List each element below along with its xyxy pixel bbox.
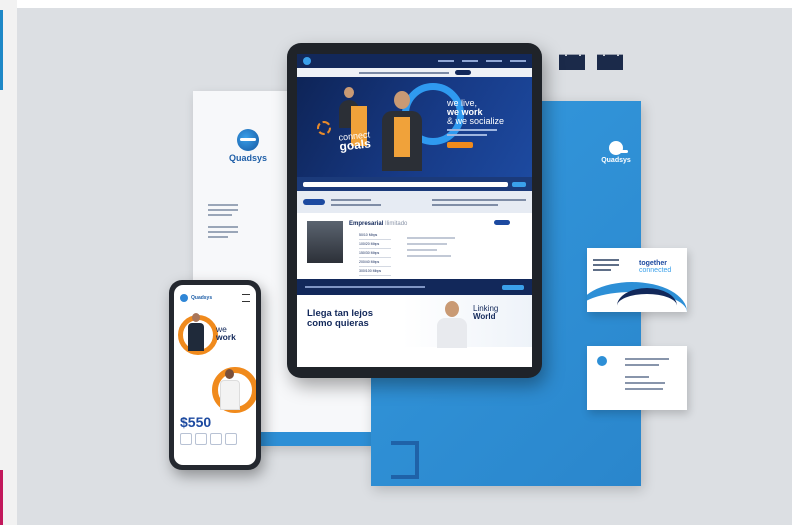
plans-description [407,233,455,261]
letterhead-brand-name: Quadsys [228,153,268,163]
letterhead-logo: Quadsys [213,129,283,163]
phone-header: Quadsys [174,285,256,311]
tablet-announcement-strip [297,68,532,77]
linking-world-text: Linking World [473,305,498,321]
left-accent-blue [0,10,3,90]
mockup-backdrop: Quadsys Quadsys together connected conne… [17,8,792,525]
tablet-nav-links[interactable] [438,60,526,62]
feature-icon [210,433,222,445]
plans-list: 50/10 Mbps 100/20 Mbps 150/30 Mbps 200/4… [359,231,391,276]
hero-connect-goals: connect goals [338,129,372,154]
coverage-search-input[interactable] [303,181,508,187]
folder-brand-name: Quadsys [601,157,631,164]
business-card-front: together connected [587,248,687,312]
plan-item[interactable]: 50/10 Mbps [359,231,391,240]
plan-item[interactable]: 150/30 Mbps [359,249,391,258]
hero-person [382,91,422,177]
card-connected: connected [639,267,672,274]
card-together: together [639,260,667,267]
folder-logo: Quadsys [596,141,636,164]
binder-clips [559,48,635,75]
feature-icon [225,433,237,445]
hero-cta-button[interactable] [447,142,473,148]
dark-strip-button[interactable] [502,284,524,290]
plans-title-light: Ilimitado [385,221,408,227]
hero-headline: we live, we work & we socialize [447,99,504,148]
globe-logo-icon [303,57,311,65]
globe-logo-icon [609,141,628,155]
binder-clip-icon [597,54,623,70]
phone-hero-work: we work [174,311,256,363]
tablet-navbar [297,54,532,68]
plans-photo [307,221,343,263]
hero-line3: & we socialize [447,116,505,126]
hero-goals: goals [338,136,372,154]
plans-title: Empresarial Ilimitado [349,221,407,227]
tablet-hero-banner: connect goals we live, we work & we soci… [297,77,532,177]
tablet-coverage-search [297,177,532,191]
tablet-device: connect goals we live, we work & we soci… [287,43,542,378]
plan-item[interactable]: 100/20 Mbps [359,240,391,249]
plan-item[interactable]: 200/40 Mbps [359,258,391,267]
phone-hero-woman [174,363,256,413]
globe-logo-icon [597,356,607,366]
hamburger-menu-icon[interactable] [242,294,250,302]
binder-clip-icon [559,54,585,70]
business-card-back [587,346,687,410]
feature-icon [195,433,207,445]
folder-stripe-shape [391,441,419,479]
coverage-search-button[interactable] [512,181,526,187]
bottom-headline: Llega tan lejos como quieras [307,308,373,329]
phone-price-block: $550 [174,413,256,431]
phone-we-work: we work [216,325,236,342]
tablet-bottom-banner: Llega tan lejos como quieras Linking Wor… [297,295,532,348]
card-tagline: together connected [639,260,671,274]
plans-button[interactable] [494,220,510,225]
phone-hero-woman-figure [220,369,240,411]
left-accent-pink [0,470,3,525]
phone-work: work [216,332,236,342]
card-small-text [593,256,619,274]
tablet-info-band [297,191,532,213]
hero-person-small [339,87,367,146]
phone-brand-name: Quadsys [191,295,213,301]
tablet-screen: connect goals we live, we work & we soci… [297,54,532,367]
letterhead-contact-lines [208,201,238,241]
globe-logo-icon [180,294,188,302]
bottom-woman [437,301,467,348]
world-label: World [473,312,496,321]
feature-icon [180,433,192,445]
tablet-plans-section: Empresarial Ilimitado 50/10 Mbps 100/20 … [297,213,532,279]
phone-price: $550 [180,414,212,430]
phone-screen: Quadsys we work $550 [174,285,256,465]
globe-logo-icon [237,129,259,151]
announcement-button[interactable] [454,70,471,75]
phone-hero-person [188,313,204,353]
plans-title-bold: Empresarial [349,221,384,227]
tablet-dark-strip [297,279,532,295]
phone-feature-icons [174,431,256,447]
plan-item[interactable]: 300/100 Mbps [359,267,391,276]
gear-icon [317,121,331,135]
phone-device: Quadsys we work $550 [169,280,261,470]
info-band-button[interactable] [303,199,325,205]
